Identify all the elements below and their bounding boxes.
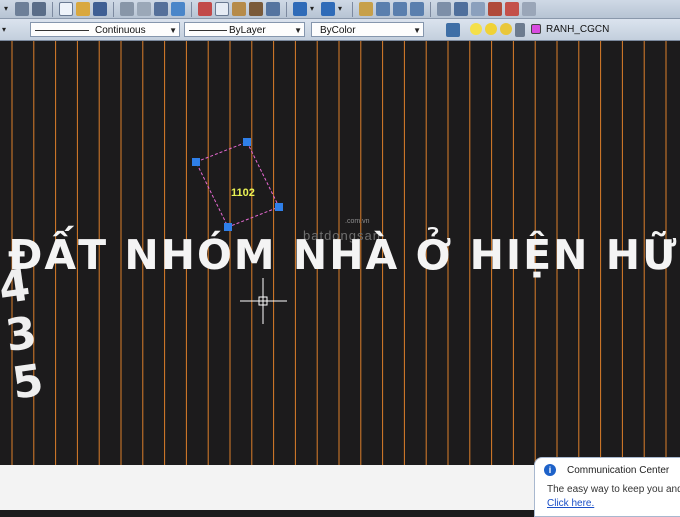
dropdown-arrow-icon[interactable]: ▾ bbox=[2, 23, 12, 37]
rotated-text-char: 4 bbox=[0, 259, 34, 315]
undo-dropdown-icon[interactable]: ▾ bbox=[310, 2, 318, 16]
balloon-body: The easy way to keep you and bbox=[547, 484, 680, 495]
tool-palettes-icon[interactable] bbox=[471, 2, 485, 16]
properties-icon[interactable] bbox=[437, 2, 451, 16]
undo-icon[interactable] bbox=[293, 2, 307, 16]
balloon-link[interactable]: Click here. bbox=[547, 498, 594, 509]
properties-toolbar: ▾ Continuous ▼ ByLayer ▼ ByColor ▼ RANH_… bbox=[0, 19, 680, 41]
balloon-title: Communication Center bbox=[567, 465, 670, 476]
communication-center-balloon[interactable]: i Communication Center The easy way to k… bbox=[534, 457, 680, 517]
linetype-preview-line bbox=[35, 30, 89, 31]
open-file-icon[interactable] bbox=[76, 2, 90, 16]
redo-icon[interactable] bbox=[321, 2, 335, 16]
grip-handle[interactable] bbox=[275, 203, 283, 211]
lineweight-preview-line bbox=[189, 30, 227, 31]
zoom-realtime-icon[interactable] bbox=[376, 2, 390, 16]
layer-vp-freeze-icon[interactable] bbox=[500, 23, 512, 35]
rotated-text-char: 3 bbox=[2, 307, 40, 363]
grip-handle[interactable] bbox=[192, 158, 200, 166]
zoom-window-icon[interactable] bbox=[32, 2, 46, 16]
chevron-down-icon: ▼ bbox=[169, 26, 177, 35]
pan-icon[interactable] bbox=[15, 2, 29, 16]
grip-handle[interactable] bbox=[243, 138, 251, 146]
plotstyle-combo[interactable]: ByColor ▼ bbox=[311, 22, 424, 37]
save-icon[interactable] bbox=[93, 2, 107, 16]
layer-freeze-icon[interactable] bbox=[485, 23, 497, 35]
selected-polyline[interactable] bbox=[192, 138, 283, 231]
print-icon[interactable] bbox=[120, 2, 134, 16]
cut-icon[interactable] bbox=[198, 2, 212, 16]
toolbar-separator bbox=[286, 1, 287, 17]
layer-on-bulb-icon[interactable] bbox=[470, 23, 482, 35]
pan-realtime-icon[interactable] bbox=[359, 2, 373, 16]
toolbar-separator bbox=[113, 1, 114, 17]
crosshair-cursor bbox=[240, 278, 287, 324]
layer-color-swatch bbox=[531, 24, 541, 34]
toolbar-separator bbox=[52, 1, 53, 17]
new-file-icon[interactable] bbox=[59, 2, 73, 16]
zoom-previous-icon[interactable] bbox=[410, 2, 424, 16]
publish-icon[interactable] bbox=[171, 2, 185, 16]
sheet-set-icon[interactable] bbox=[488, 2, 502, 16]
chevron-down-icon: ▼ bbox=[413, 26, 421, 35]
linetype-value: Continuous bbox=[95, 25, 146, 36]
polyline-label: 1102 bbox=[231, 187, 255, 199]
zoom-window-icon[interactable] bbox=[393, 2, 407, 16]
grip-handle[interactable] bbox=[224, 223, 232, 231]
lineweight-combo[interactable]: ByLayer ▼ bbox=[184, 22, 305, 37]
drawing-canvas[interactable]: 1102 .com.vn batdongsan ĐẤT NHÓM NHÀ Ở H… bbox=[0, 41, 680, 510]
print-preview-icon[interactable] bbox=[137, 2, 151, 16]
lineweight-value: ByLayer bbox=[229, 25, 266, 36]
toolbar-separator bbox=[191, 1, 192, 17]
copy-icon[interactable] bbox=[215, 2, 229, 16]
standard-toolbar: ▾ ▾ ▾ bbox=[0, 0, 680, 19]
plotstyle-value: ByColor bbox=[320, 25, 356, 36]
toolbar-separator bbox=[352, 1, 353, 17]
match-properties-icon[interactable] bbox=[249, 2, 263, 16]
toolbar-separator bbox=[430, 1, 431, 17]
design-center-icon[interactable] bbox=[454, 2, 468, 16]
layer-lock-icon[interactable] bbox=[515, 23, 525, 37]
redo-dropdown-icon[interactable]: ▾ bbox=[338, 2, 346, 16]
watermark-domain: .com.vn bbox=[345, 218, 370, 225]
chevron-down-icon: ▼ bbox=[294, 26, 302, 35]
plot-icon[interactable] bbox=[154, 2, 168, 16]
rotated-text-char: 5 bbox=[9, 354, 47, 410]
paste-icon[interactable] bbox=[232, 2, 246, 16]
current-layer-name[interactable]: RANH_CGCN bbox=[546, 22, 609, 37]
land-use-label: ĐẤT NHÓM NHÀ Ở HIỆN HỮU bbox=[8, 231, 680, 279]
block-editor-icon[interactable] bbox=[266, 2, 280, 16]
linetype-combo[interactable]: Continuous ▼ bbox=[30, 22, 180, 37]
info-icon: i bbox=[544, 464, 556, 476]
dropdown-arrow-icon[interactable]: ▾ bbox=[4, 2, 12, 16]
layer-properties-icon[interactable] bbox=[446, 23, 460, 37]
quickcalc-icon[interactable] bbox=[522, 2, 536, 16]
markup-icon[interactable] bbox=[505, 2, 519, 16]
